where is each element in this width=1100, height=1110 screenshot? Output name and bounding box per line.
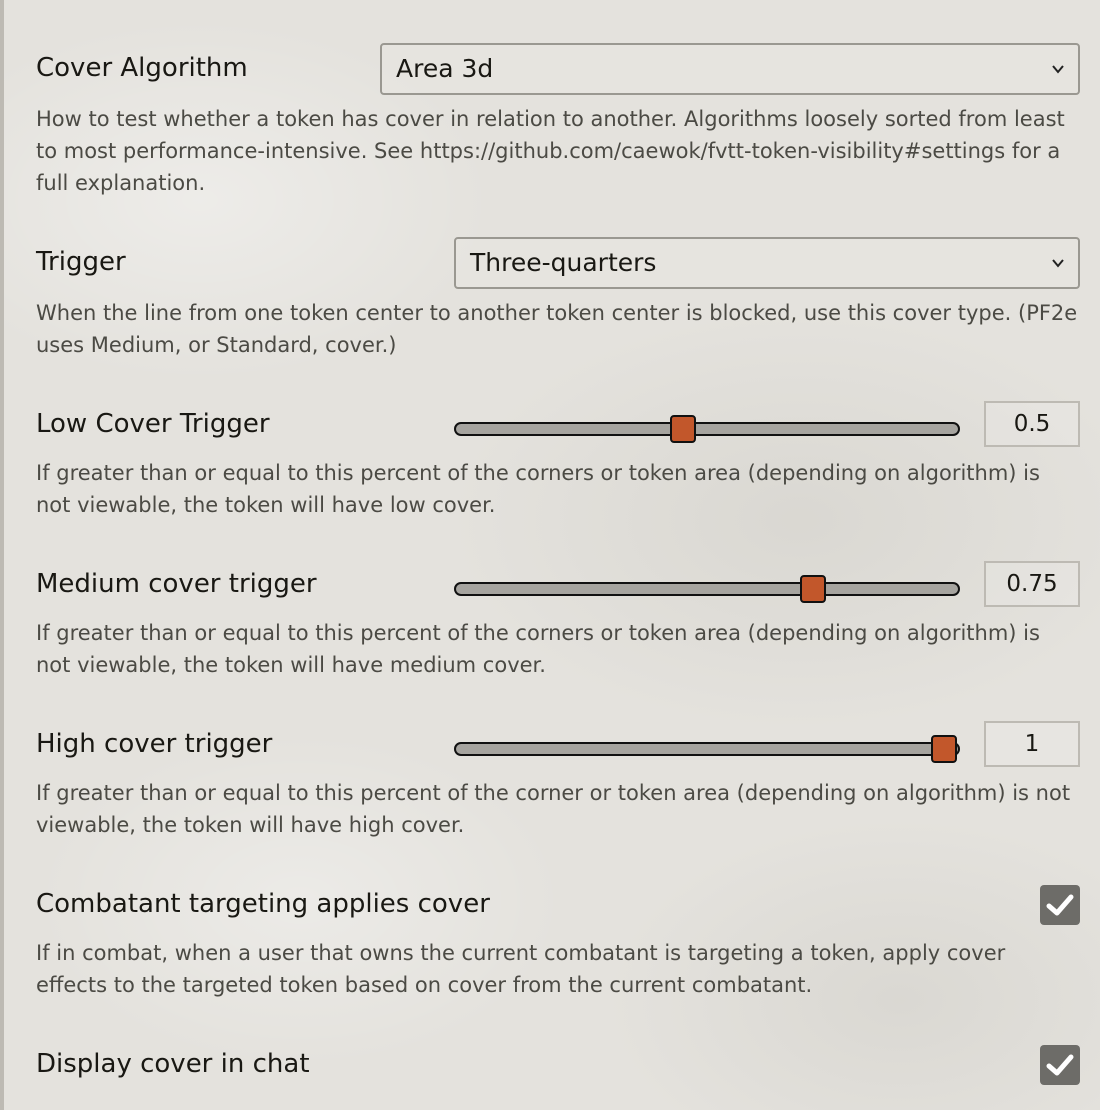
setting-label: Low Cover Trigger xyxy=(36,409,270,439)
range-track[interactable] xyxy=(454,575,960,603)
checkmark-icon xyxy=(1046,1054,1074,1076)
setting-cover-algorithm: Cover Algorithm Area 3d How to test whet… xyxy=(36,43,1080,199)
select-value: Area 3d xyxy=(396,54,494,83)
checkmark-icon xyxy=(1046,894,1074,916)
setting-display-cover-in-chat: Display cover in chat xyxy=(36,1045,1080,1101)
setting-label: Medium cover trigger xyxy=(36,569,317,599)
range-value: 0.75 xyxy=(984,561,1080,607)
setting-notes: When the line from one token center to a… xyxy=(36,301,1078,357)
setting-notes: If in combat, when a user that owns the … xyxy=(36,941,1006,997)
setting-combatant-targeting: Combatant targeting applies cover If in … xyxy=(36,885,1080,1001)
setting-notes: If greater than or equal to this percent… xyxy=(36,621,1040,677)
range-thumb[interactable] xyxy=(800,575,827,603)
setting-label: High cover trigger xyxy=(36,729,273,759)
setting-medium-cover-trigger: Medium cover trigger 0.75 If greater tha… xyxy=(36,561,1080,681)
trigger-select[interactable]: Three-quarters xyxy=(454,237,1080,289)
setting-label: Combatant targeting applies cover xyxy=(36,889,490,919)
range-track[interactable] xyxy=(454,415,960,443)
combatant-targeting-checkbox[interactable] xyxy=(1040,885,1080,925)
range-thumb[interactable] xyxy=(930,735,957,763)
setting-label: Display cover in chat xyxy=(36,1049,310,1079)
setting-trigger: Trigger Three-quarters When the line fro… xyxy=(36,237,1080,361)
range-track[interactable] xyxy=(454,735,960,763)
cover-algorithm-select[interactable]: Area 3d xyxy=(380,43,1080,95)
display-cover-chat-checkbox[interactable] xyxy=(1040,1045,1080,1085)
select-value: Three-quarters xyxy=(470,248,657,277)
range-thumb[interactable] xyxy=(669,415,696,443)
setting-notes: If greater than or equal to this percent… xyxy=(36,781,1071,837)
setting-notes: How to test whether a token has cover in… xyxy=(36,107,1065,195)
setting-label: Cover Algorithm xyxy=(36,53,248,83)
range-value: 0.5 xyxy=(984,401,1080,447)
panel-left-border xyxy=(0,0,4,1110)
chevron-down-icon xyxy=(1052,259,1064,268)
range-value: 1 xyxy=(984,721,1080,767)
setting-label: Trigger xyxy=(36,247,126,277)
setting-low-cover-trigger: Low Cover Trigger 0.5 If greater than or… xyxy=(36,401,1080,521)
setting-notes: If greater than or equal to this percent… xyxy=(36,461,1040,517)
chevron-down-icon xyxy=(1052,65,1064,74)
setting-high-cover-trigger: High cover trigger 1 If greater than or … xyxy=(36,721,1080,841)
